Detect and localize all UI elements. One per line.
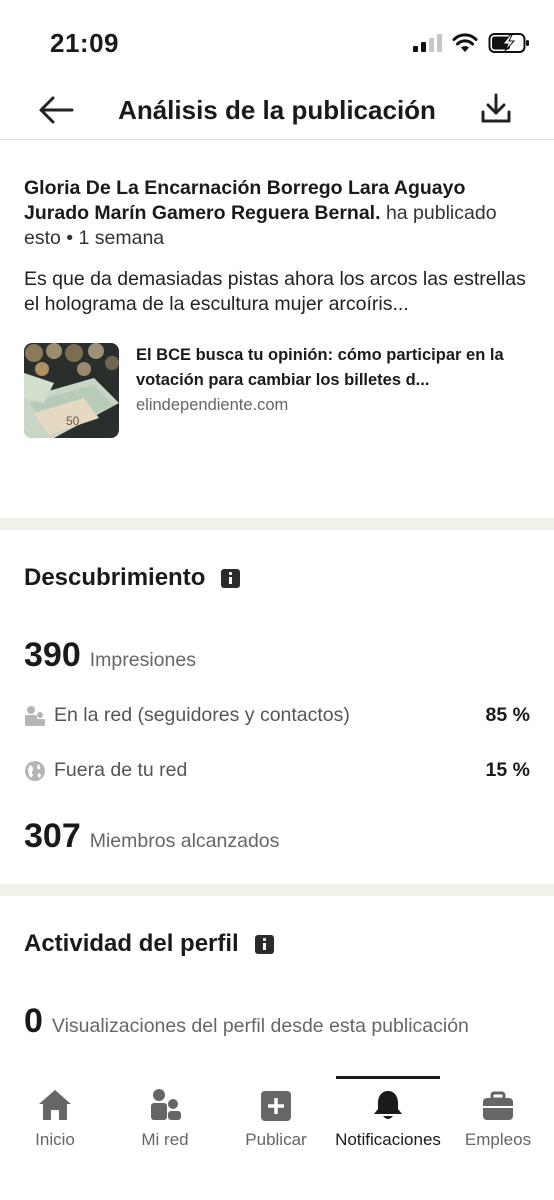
- info-icon[interactable]: [254, 934, 274, 954]
- info-icon[interactable]: [221, 568, 241, 588]
- nav-item-empleos[interactable]: Empleos: [443, 1076, 553, 1150]
- nav-item-mi-red[interactable]: Mi red: [110, 1076, 220, 1150]
- nav-label: Inicio: [35, 1130, 75, 1149]
- people-icon: [24, 705, 46, 727]
- post-body: Es que da demasiadas pistas ahora los ar…: [24, 268, 526, 315]
- article-source: elindependiente.com: [136, 396, 289, 414]
- network-row: En la red (seguidores y contactos) 85 %: [24, 704, 530, 727]
- article-text: El BCE busca tu opinión: cómo participar…: [136, 343, 516, 415]
- nav-label: Empleos: [464, 1130, 532, 1149]
- status-bar: 21:09: [0, 0, 554, 80]
- profile-views-value: 0: [24, 1002, 43, 1040]
- home-icon: [39, 1090, 71, 1120]
- status-time: 21:09: [50, 28, 119, 58]
- plus-square-icon: [261, 1091, 291, 1121]
- network-icon: [151, 1089, 181, 1120]
- section-separator: [0, 518, 554, 530]
- members-label: Miembros alcanzados: [89, 830, 280, 852]
- article-thumbnail: 50: [24, 343, 119, 438]
- bell-icon: [374, 1091, 402, 1119]
- network-label: En la red (seguidores y contactos): [54, 704, 350, 726]
- members-value: 307: [24, 817, 81, 855]
- page-title: Análisis de la publicación: [118, 95, 436, 125]
- post-author-line: Gloria De La Encarnación Borrego Lara Ag…: [24, 176, 530, 251]
- briefcase-icon: [483, 1091, 513, 1120]
- article-title: El BCE busca tu opinión: cómo participar…: [136, 346, 504, 389]
- discovery-title: Descubrimiento: [24, 564, 206, 591]
- nav-label: Notificaciones: [335, 1130, 441, 1149]
- nav-label: Publicar: [245, 1130, 307, 1149]
- globe-icon: [24, 760, 46, 782]
- profile-views-metric: 0 Visualizaciones del perfil desde esta …: [24, 1002, 469, 1041]
- members-metric: 307 Miembros alcanzados: [24, 817, 279, 856]
- profile-views-label: Visualizaciones del perfil desde esta pu…: [51, 1015, 469, 1037]
- impressions-value: 390: [24, 636, 81, 674]
- svg-text:50: 50: [66, 414, 80, 428]
- profile-activity-heading: Actividad del perfil: [24, 930, 274, 958]
- profile-activity-title: Actividad del perfil: [24, 930, 239, 957]
- nav-item-publicar[interactable]: Publicar: [221, 1076, 331, 1150]
- outside-network-row: Fuera de tu red 15 %: [24, 759, 530, 782]
- section-separator: [0, 884, 554, 896]
- outside-label: Fuera de tu red: [54, 759, 188, 781]
- nav-label: Mi red: [141, 1130, 189, 1149]
- impressions-label: Impresiones: [89, 649, 196, 671]
- battery-charging-icon: [488, 33, 529, 53]
- outside-value: 15 %: [485, 759, 530, 781]
- impressions-metric: 390 Impresiones: [24, 636, 196, 675]
- nav-item-notificaciones[interactable]: Notificaciones: [333, 1076, 443, 1150]
- discovery-heading: Descubrimiento: [24, 564, 241, 592]
- status-icons: [412, 32, 530, 54]
- wifi-icon: [452, 33, 478, 52]
- download-button[interactable]: [478, 90, 514, 126]
- download-icon: [481, 93, 511, 123]
- article-preview[interactable]: 50 El BCE busca tu opinión: cómo partici…: [24, 343, 530, 438]
- network-value: 85 %: [485, 704, 530, 726]
- post-summary[interactable]: Gloria De La Encarnación Borrego Lara Ag…: [0, 140, 554, 518]
- nav-item-inicio[interactable]: Inicio: [0, 1076, 110, 1150]
- app-header: Análisis de la publicación: [0, 80, 554, 140]
- bottom-navigation: Inicio Mi red Publicar Notificaciones Em…: [0, 1076, 554, 1200]
- cellular-signal-icon: [413, 34, 442, 52]
